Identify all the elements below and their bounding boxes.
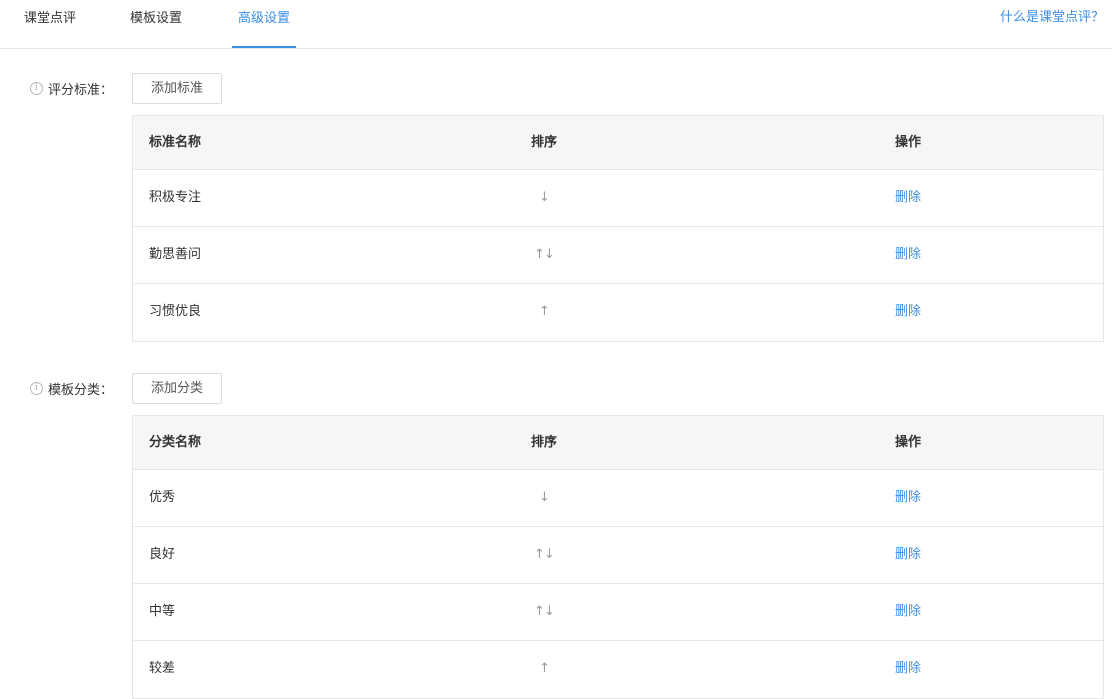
table-row: 中等 ↑↓ 删除 (133, 584, 1103, 641)
delete-link[interactable]: 删除 (888, 470, 928, 526)
table-row: 较差 ↑ 删除 (133, 641, 1103, 698)
add-criterion-button[interactable]: 添加标准 (132, 73, 222, 104)
arrow-down-icon[interactable]: ↓ (544, 584, 555, 640)
delete-link[interactable]: 删除 (888, 584, 928, 640)
arrow-up-icon[interactable]: ↑ (534, 527, 545, 583)
header-sort: 排序 (530, 135, 557, 150)
sort-controls: ↓ (530, 170, 558, 226)
row-name: 良好 (149, 547, 176, 562)
arrow-down-icon[interactable]: ↓ (539, 170, 550, 226)
table-header: 标准名称 排序 操作 (133, 116, 1103, 170)
categories-label-text: 模板分类： (48, 382, 114, 398)
sort-controls: ↑↓ (530, 527, 558, 583)
arrow-up-icon[interactable]: ↑ (534, 227, 545, 283)
criteria-table: 标准名称 排序 操作 积极专注 ↓ 删除 勤思善问 ↑↓ 删除 习惯优良 ↑ 删… (132, 115, 1104, 342)
table-row: 习惯优良 ↑ 删除 (133, 284, 1103, 341)
table-row: 优秀 ↓ 删除 (133, 470, 1103, 527)
row-name: 习惯优良 (149, 304, 202, 319)
info-icon: i (30, 81, 43, 95)
arrow-down-icon[interactable]: ↓ (544, 527, 555, 583)
criteria-label-text: 评分标准： (48, 82, 114, 98)
tab-advanced-settings[interactable]: 高级设置 (232, 0, 296, 48)
categories-table: 分类名称 排序 操作 优秀 ↓ 删除 良好 ↑↓ 删除 中等 ↑↓ 删除 较差 … (132, 415, 1104, 699)
row-name: 勤思善问 (149, 247, 202, 262)
sort-controls: ↑ (530, 641, 558, 697)
criteria-section-label: i 评分标准： (30, 78, 113, 98)
top-tab-bar: 课堂点评 模板设置 高级设置 什么是课堂点评？ (0, 0, 1112, 49)
delete-link[interactable]: 删除 (888, 284, 928, 340)
help-link[interactable]: 什么是课堂点评？ (1000, 0, 1104, 36)
table-header: 分类名称 排序 操作 (133, 416, 1103, 470)
info-icon: i (30, 381, 43, 395)
categories-section-label: i 模板分类： (30, 378, 113, 398)
arrow-down-icon[interactable]: ↓ (539, 470, 550, 526)
delete-link[interactable]: 删除 (888, 641, 928, 697)
arrow-up-icon[interactable]: ↑ (539, 284, 550, 340)
header-name: 标准名称 (149, 135, 202, 150)
table-row: 勤思善问 ↑↓ 删除 (133, 227, 1103, 284)
delete-link[interactable]: 删除 (888, 527, 928, 583)
header-sort: 排序 (530, 435, 557, 450)
table-row: 积极专注 ↓ 删除 (133, 170, 1103, 227)
arrow-up-icon[interactable]: ↑ (539, 641, 550, 697)
sort-controls: ↑↓ (530, 227, 558, 283)
tab-classroom-review[interactable]: 课堂点评 (24, 0, 82, 48)
sort-controls: ↓ (530, 470, 558, 526)
row-name: 中等 (149, 604, 176, 619)
table-row: 良好 ↑↓ 删除 (133, 527, 1103, 584)
tab-template-settings[interactable]: 模板设置 (130, 0, 188, 48)
row-name: 积极专注 (149, 190, 202, 205)
header-action: 操作 (894, 435, 921, 450)
delete-link[interactable]: 删除 (888, 227, 928, 283)
sort-controls: ↑↓ (530, 584, 558, 640)
arrow-down-icon[interactable]: ↓ (544, 227, 555, 283)
sort-controls: ↑ (530, 284, 558, 340)
row-name: 优秀 (149, 490, 176, 505)
add-category-button[interactable]: 添加分类 (132, 373, 222, 404)
header-action: 操作 (894, 135, 921, 150)
arrow-up-icon[interactable]: ↑ (534, 584, 545, 640)
header-name: 分类名称 (149, 435, 202, 450)
delete-link[interactable]: 删除 (888, 170, 928, 226)
row-name: 较差 (149, 661, 176, 676)
